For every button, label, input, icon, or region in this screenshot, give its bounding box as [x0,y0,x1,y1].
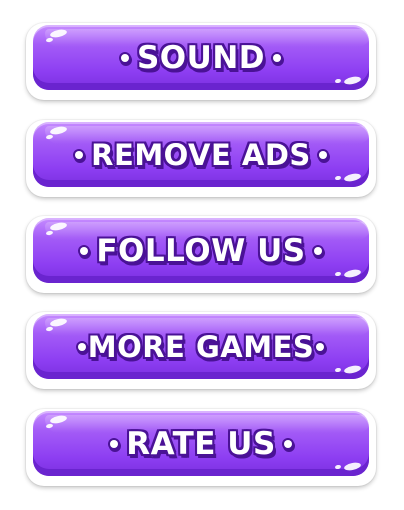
button-label-row: FOLLOW US [33,218,369,283]
more-games-button[interactable]: MORE GAMES [26,312,376,389]
bullet-dot-icon [110,439,119,448]
bullet-dot-icon [75,150,84,159]
bullet-dot-icon [120,53,129,62]
bullet-dot-icon [313,246,322,255]
sound-button[interactable]: SOUND [26,23,376,100]
bullet-dot-icon [77,342,86,351]
rate-us-button[interactable]: RATE US [26,409,376,486]
button-label-row: SOUND [33,25,369,90]
game-menu: SOUND REMOVE ADS FOLLOW US MORE GAMES RA… [0,0,404,510]
follow-us-button[interactable]: FOLLOW US [26,216,376,293]
sound-button-label: SOUND [136,39,266,76]
remove-ads-button[interactable]: REMOVE ADS [26,120,376,197]
bullet-dot-icon [316,342,325,351]
rate-us-button-label: RATE US [126,425,276,462]
button-label-row: MORE GAMES [33,314,369,379]
remove-ads-button-label: REMOVE ADS [91,137,311,172]
more-games-button-label: MORE GAMES [87,329,315,364]
button-label-row: RATE US [33,411,369,476]
bullet-dot-icon [318,150,327,159]
bullet-dot-icon [273,53,282,62]
follow-us-button-label: FOLLOW US [96,232,306,269]
button-label-row: REMOVE ADS [33,122,369,187]
bullet-dot-icon [283,439,292,448]
bullet-dot-icon [80,246,89,255]
